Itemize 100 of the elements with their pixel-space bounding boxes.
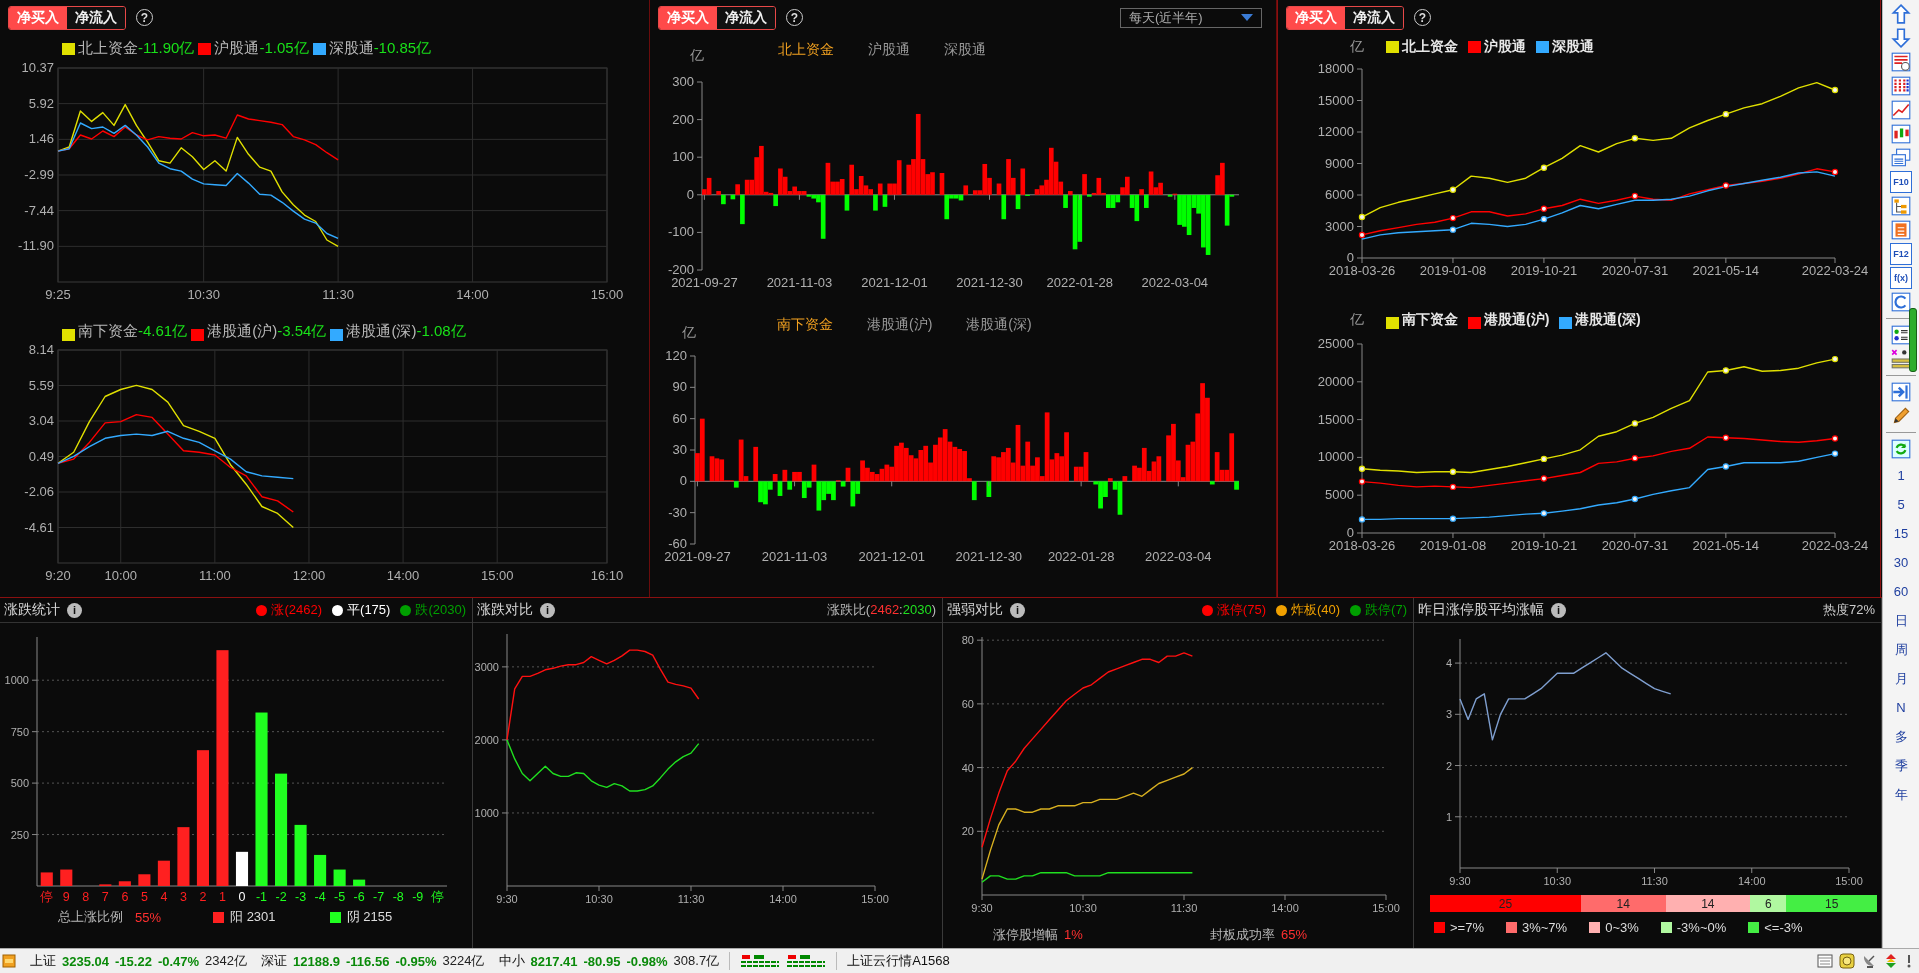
axis-tick-label: 18000 [1317, 61, 1354, 76]
axis-tick-label: 2020-07-31 [1601, 538, 1669, 553]
legend-label: 0~3% [1605, 920, 1639, 935]
axis-tick-label: 15:00 [1372, 902, 1400, 914]
axis-tick-label: 9 [62, 890, 70, 904]
axis-tick-label: 12:00 [292, 568, 326, 583]
legend-label: 沪股通-1.05亿 [214, 39, 309, 58]
axis-tick-label: 2021-12-30 [955, 549, 1023, 564]
index-change: -80.95 [583, 953, 621, 969]
ratio-text: 涨跌比(2462:2030) [826, 601, 936, 619]
axis-tick-label: 2020-07-31 [1601, 263, 1669, 278]
axis-tick-label: 8 [82, 890, 90, 904]
axis-tick-label: -100 [667, 224, 694, 240]
count-label: 阳 2301 [230, 908, 276, 926]
axis-tick-label: -8 [392, 890, 404, 904]
axis-tick-label: 1.46 [28, 131, 54, 147]
axis-tick-label: -11.90 [18, 238, 54, 254]
panel-title: 涨跌对比 [477, 601, 533, 619]
axis-tick-label: 5.59 [28, 377, 54, 393]
index-amount: 3224亿 [442, 952, 485, 970]
ticker-text: 上证云行情A1568 [847, 952, 950, 970]
index-price: 8217.41 [530, 953, 578, 969]
legend-label: 港股通(深)-1.08亿 [346, 322, 466, 341]
axis-tick-label: 3000 [474, 660, 499, 673]
axis-tick-label: 9:30 [496, 893, 518, 905]
axis-tick-label: 6 [121, 890, 129, 904]
axis-tick-label: 2022-01-28 [1047, 549, 1115, 564]
index-percent: -0.95% [395, 953, 437, 969]
axis-tick-label: 60 [961, 697, 974, 710]
legend-label: 南下资金 [1402, 311, 1458, 329]
axis-tick-label: 16:10 [590, 568, 624, 583]
axis-tick-label: 15000 [1317, 92, 1354, 108]
ratio-value: 55% [135, 909, 162, 925]
axis-tick-label: 15:00 [590, 287, 624, 302]
axis-tick-label: 0 [1346, 250, 1354, 265]
axis-tick-label: 40 [961, 761, 974, 774]
axis-tick-label: 2000 [474, 733, 499, 746]
axis-tick-label: -7.44 [24, 202, 54, 218]
axis-tick-label: 停 [40, 890, 54, 904]
axis-tick-label: 7 [101, 890, 109, 904]
axis-tick-label: -2.06 [24, 484, 54, 499]
axis-tick-label: 停 [430, 890, 444, 904]
axis-tick-label: 2021-12-30 [956, 275, 1023, 290]
axis-tick-label: 9:30 [1449, 875, 1471, 887]
axis-tick-label: 2022-01-28 [1046, 275, 1114, 290]
axis-tick-label: 1 [219, 890, 226, 904]
axis-tick-label: 750 [10, 725, 29, 738]
axis-tick-label: 1000 [4, 674, 29, 687]
index-name: 上证 [30, 952, 56, 970]
axis-tick-label: 0 [1346, 525, 1354, 540]
legend-label: 深股通-10.85亿 [328, 39, 432, 58]
axis-tick-label: 15:00 [861, 893, 889, 905]
unit-label: 亿 [690, 47, 705, 65]
axis-tick-label: -200 [667, 262, 694, 277]
index-name: 中小 [498, 952, 525, 970]
axis-tick-label: 2019-10-21 [1510, 538, 1578, 553]
axis-tick-label: 14:00 [456, 287, 489, 302]
unit-label: 亿 [1350, 311, 1365, 329]
axis-tick-label: 0.49 [28, 448, 54, 464]
distribution-segment: 6 [1750, 895, 1787, 912]
axis-tick-label: 2021-09-27 [664, 549, 731, 564]
legend-label: 深股通 [1552, 37, 1594, 56]
axis-tick-label: 2018-03-26 [1328, 538, 1396, 553]
index-change: -116.56 [346, 953, 390, 969]
panel-title: 涨跌统计 [4, 601, 60, 619]
stat-label: 涨停股增幅 [993, 926, 1058, 942]
index-amount: 308.7亿 [673, 952, 720, 970]
index-name: 深证 [261, 952, 287, 970]
axis-tick-label: 11:30 [1641, 875, 1668, 887]
axis-tick-label: 2022-03-04 [1145, 549, 1212, 564]
index-price: 12188.9 [293, 953, 340, 969]
axis-tick-label: -60 [668, 536, 687, 551]
axis-tick-label: -4 [314, 890, 326, 904]
axis-tick-label: 11:30 [322, 287, 354, 302]
axis-tick-label: 9:30 [971, 902, 993, 914]
axis-tick-label: 15:00 [480, 568, 514, 583]
axis-tick-label: 8.14 [28, 345, 54, 357]
axis-tick-label: 0 [686, 186, 694, 202]
axis-tick-label: 0 [679, 473, 687, 489]
axis-tick-label: 25000 [1317, 336, 1354, 351]
axis-tick-label: 500 [10, 777, 29, 790]
axis-tick-label: 4 [1445, 657, 1452, 670]
axis-tick-label: 2021-12-01 [858, 549, 925, 564]
axis-tick-label: 3000 [1325, 218, 1354, 234]
distribution-segment: 14 [1581, 895, 1666, 912]
distribution-segment: 15 [1786, 895, 1877, 912]
axis-tick-label: -3 [295, 890, 307, 904]
heat-label: 热度72% [1822, 601, 1875, 619]
axis-tick-label: 2 [1445, 759, 1452, 772]
unit-label: 亿 [682, 324, 697, 342]
axis-tick-label: 2021-11-03 [761, 549, 828, 564]
axis-tick-label: 11:00 [199, 568, 231, 583]
axis-tick-label: 1000 [474, 806, 499, 819]
axis-tick-label: 300 [672, 74, 694, 89]
axis-tick-label: -4.61 [24, 519, 54, 535]
unit-label: 亿 [1350, 37, 1365, 56]
axis-tick-label: -2.99 [24, 167, 54, 182]
axis-tick-label: 60 [672, 410, 687, 426]
axis-tick-label: 250 [10, 828, 29, 841]
axis-tick-label: 10:30 [187, 287, 220, 302]
